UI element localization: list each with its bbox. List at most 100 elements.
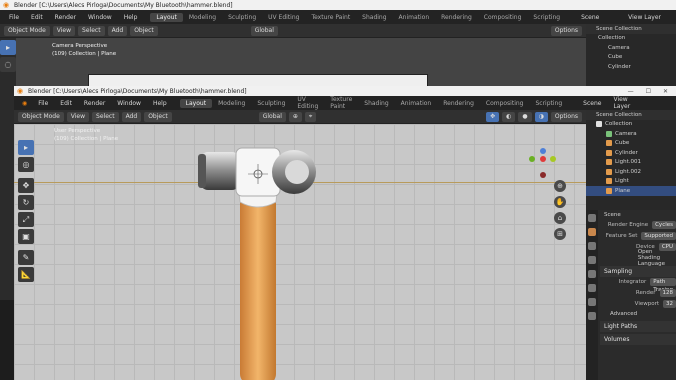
scene-selector[interactable]: Scene xyxy=(576,14,604,21)
outliner-item[interactable]: Cylinder xyxy=(586,148,676,158)
tab-layout[interactable]: Layout xyxy=(150,12,183,22)
outliner-item[interactable]: Plane xyxy=(586,186,676,196)
menu-help[interactable]: Help xyxy=(119,14,143,21)
render-tab-icon[interactable] xyxy=(588,228,596,236)
select-tool-icon[interactable]: ▸ xyxy=(18,140,34,155)
zoom-icon[interactable]: ⊕ xyxy=(554,180,566,192)
transform-orientation[interactable]: Global xyxy=(250,25,278,36)
menu-file[interactable]: File xyxy=(4,14,24,21)
shading-material-icon[interactable]: ◑ xyxy=(534,111,548,122)
outliner-item[interactable]: Camera xyxy=(586,129,676,139)
osl-checkbox[interactable]: Open Shading Language xyxy=(638,249,676,267)
menu-object[interactable]: Object xyxy=(130,25,158,36)
sampling-panel-header[interactable]: Sampling xyxy=(600,265,676,277)
tab-uv-editing[interactable]: UV Editing xyxy=(291,95,324,111)
tab-sculpting[interactable]: Sculpting xyxy=(251,99,291,108)
outliner-item[interactable]: Collection xyxy=(586,34,676,44)
select-tool-icon[interactable]: ▸ xyxy=(0,40,16,55)
viewport-samples-field[interactable]: 32 xyxy=(663,300,676,308)
render-engine-dropdown[interactable]: Cycles xyxy=(652,221,676,229)
tab-texture-paint[interactable]: Texture Paint xyxy=(305,13,356,22)
view-layer-tab-icon[interactable] xyxy=(588,256,596,264)
volumes-panel-header[interactable]: Volumes xyxy=(600,334,676,345)
tab-rendering[interactable]: Rendering xyxy=(437,99,480,108)
tab-texture-paint[interactable]: Texture Paint xyxy=(324,95,358,111)
feature-set-dropdown[interactable]: Supported xyxy=(641,232,676,240)
y-pos-icon[interactable] xyxy=(550,156,556,162)
light-paths-panel-header[interactable]: Light Paths xyxy=(600,321,676,332)
transform-orientation[interactable]: Global xyxy=(258,111,286,122)
blender-menu-icon[interactable]: ◉ xyxy=(18,100,31,107)
integrator-dropdown[interactable]: Path Tracing xyxy=(650,278,676,293)
object-tab-icon[interactable] xyxy=(588,298,596,306)
world-tab-icon[interactable] xyxy=(588,284,596,292)
modifier-tab-icon[interactable] xyxy=(588,312,596,320)
output-tab-icon[interactable] xyxy=(588,242,596,250)
navigation-gizmo[interactable] xyxy=(526,148,556,184)
z-axis-icon[interactable] xyxy=(540,148,546,154)
tab-sculpting[interactable]: Sculpting xyxy=(222,13,262,22)
tab-scripting[interactable]: Scripting xyxy=(529,99,568,108)
x-axis-icon[interactable] xyxy=(540,156,546,162)
outliner-item[interactable]: Cylinder xyxy=(586,62,676,72)
overlay-icon[interactable]: ◐ xyxy=(502,111,516,122)
menu-help[interactable]: Help xyxy=(148,100,172,107)
maximize-icon[interactable]: ☐ xyxy=(646,88,651,95)
measure-tool-icon[interactable]: 📐 xyxy=(18,267,34,282)
tab-shading[interactable]: Shading xyxy=(358,99,394,108)
menu-window[interactable]: Window xyxy=(112,100,146,107)
rotate-tool-icon[interactable]: ↻ xyxy=(18,195,34,210)
tab-animation[interactable]: Animation xyxy=(395,99,438,108)
menu-render[interactable]: Render xyxy=(79,100,110,107)
pan-icon[interactable]: ✋ xyxy=(554,196,566,208)
view-layer-selector[interactable]: View Layer xyxy=(623,14,666,21)
gizmo-toggle-icon[interactable]: ✥ xyxy=(486,111,500,122)
y-axis-icon[interactable] xyxy=(529,156,535,162)
tool-tab-icon[interactable] xyxy=(588,214,596,222)
shading-solid-icon[interactable]: ● xyxy=(518,111,532,122)
outliner-item[interactable]: Light.001 xyxy=(586,158,676,168)
object-mode-dropdown[interactable]: Object Mode xyxy=(18,111,64,122)
outliner-item[interactable]: Collection xyxy=(586,120,676,130)
tab-modeling[interactable]: Modeling xyxy=(212,99,251,108)
menu-select[interactable]: Select xyxy=(92,111,119,122)
menu-add[interactable]: Add xyxy=(121,111,142,122)
tab-animation[interactable]: Animation xyxy=(393,13,436,22)
menu-select[interactable]: Select xyxy=(78,25,105,36)
tab-modeling[interactable]: Modeling xyxy=(183,13,222,22)
tab-compositing[interactable]: Compositing xyxy=(480,99,530,108)
menu-view[interactable]: View xyxy=(66,111,90,122)
advanced-subpanel[interactable]: Advanced xyxy=(600,310,676,320)
menu-render[interactable]: Render xyxy=(50,14,81,21)
scene-selector[interactable]: Scene xyxy=(578,100,606,107)
tab-rendering[interactable]: Rendering xyxy=(435,13,478,22)
close-icon[interactable]: ✕ xyxy=(663,88,668,95)
camera-view-icon[interactable]: ⌂ xyxy=(554,212,566,224)
minimize-icon[interactable]: — xyxy=(628,88,634,95)
pivot-icon[interactable]: ⊕ xyxy=(288,111,302,122)
move-tool-icon[interactable]: ✥ xyxy=(18,178,34,193)
render-samples-field[interactable]: 128 xyxy=(659,289,676,297)
menu-file[interactable]: File xyxy=(33,100,53,107)
tab-shading[interactable]: Shading xyxy=(356,13,392,22)
menu-edit[interactable]: Edit xyxy=(26,14,48,21)
outliner-item[interactable]: Cube xyxy=(586,139,676,149)
cursor-tool-icon[interactable]: ◎ xyxy=(18,157,34,172)
view-layer-selector[interactable]: View Layer xyxy=(608,96,646,110)
outliner-item[interactable]: Light.002 xyxy=(586,167,676,177)
3d-viewport[interactable]: User Perspective (109) Collection | Plan… xyxy=(14,124,586,380)
menu-view[interactable]: View xyxy=(52,25,76,36)
ortho-toggle-icon[interactable]: ⊞ xyxy=(554,228,566,240)
back-3d-viewport[interactable]: Camera Perspective (109) Collection | Pl… xyxy=(16,38,586,88)
outliner-item[interactable]: Cube xyxy=(586,53,676,63)
options-button[interactable]: Options xyxy=(550,25,582,36)
tab-scripting[interactable]: Scripting xyxy=(527,13,566,22)
annotate-tool-icon[interactable]: ✎ xyxy=(18,250,34,265)
menu-window[interactable]: Window xyxy=(83,14,117,21)
options-button[interactable]: Options xyxy=(550,111,582,122)
menu-add[interactable]: Add xyxy=(107,25,128,36)
tab-layout[interactable]: Layout xyxy=(179,98,213,108)
menu-edit[interactable]: Edit xyxy=(55,100,77,107)
scene-tab-icon[interactable] xyxy=(588,270,596,278)
outliner-item[interactable]: Camera xyxy=(586,43,676,53)
